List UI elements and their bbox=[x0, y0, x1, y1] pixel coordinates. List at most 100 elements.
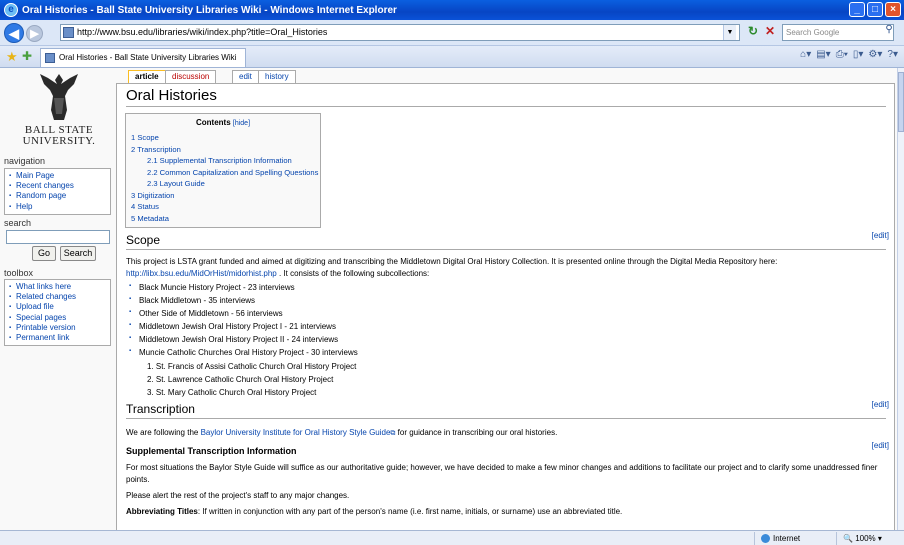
logo-line2: UNIVERSITY. bbox=[22, 135, 96, 147]
toc-entry[interactable]: 3 Digitization bbox=[131, 190, 315, 202]
scope-text: This project is LSTA grant funded and ai… bbox=[126, 257, 778, 266]
browser-viewport: BALL STATE UNIVERSITY. navigation Main P… bbox=[0, 68, 897, 530]
forward-button[interactable]: ▶ bbox=[26, 25, 43, 42]
church-item: 3. St. Mary Catholic Church Oral History… bbox=[147, 388, 317, 397]
address-dropdown-icon[interactable]: ▼ bbox=[723, 25, 736, 40]
toc-entry[interactable]: 2.1 Supplemental Transcription Informati… bbox=[131, 155, 315, 167]
browser-tab[interactable]: Oral Histories - Ball State University L… bbox=[40, 48, 246, 67]
page-icon bbox=[63, 27, 74, 38]
list-item: Middletown Jewish Oral History Project I… bbox=[129, 335, 338, 344]
back-button[interactable]: ◀ bbox=[4, 23, 24, 43]
minimize-button[interactable]: _ bbox=[849, 2, 865, 17]
ball-state-logo[interactable]: BALL STATE UNIVERSITY. bbox=[4, 70, 114, 148]
table-of-contents: Contents [hide] 1 Scope 2 Transcription … bbox=[125, 113, 321, 228]
toolbox-item-upload-file[interactable]: Upload file bbox=[9, 302, 106, 312]
nav-item-help[interactable]: Help bbox=[9, 202, 106, 212]
staff-paragraph: Please alert the rest of the project's s… bbox=[126, 491, 350, 500]
print-icon[interactable]: ⎙▾ bbox=[836, 49, 848, 60]
refresh-icon[interactable]: ↻ bbox=[745, 24, 761, 41]
status-bar: Internet 🔍 100% ▾ bbox=[0, 530, 904, 545]
scrollbar-thumb[interactable] bbox=[898, 72, 904, 132]
toc-hide-link[interactable]: [hide] bbox=[233, 120, 250, 127]
tab-edit[interactable]: edit bbox=[232, 70, 259, 83]
transcription-text-prefix: We are following the bbox=[126, 428, 199, 437]
search-input[interactable]: Search Google bbox=[782, 24, 894, 41]
baylor-guide-link[interactable]: Baylor University Institute for Oral His… bbox=[201, 428, 391, 437]
favorites-star-icon[interactable]: ★ bbox=[6, 49, 18, 65]
supplemental-edit-link[interactable]: [edit] bbox=[872, 441, 889, 450]
page-title: Oral Histories bbox=[126, 87, 886, 107]
toolbox-item-special-pages[interactable]: Special pages bbox=[9, 313, 106, 323]
page-menu-icon[interactable]: ▯▾ bbox=[853, 49, 864, 60]
toolbox-list: What links here Related changes Upload f… bbox=[4, 279, 111, 347]
transcription-text-suffix: for guidance in transcribing our oral hi… bbox=[397, 428, 558, 437]
navigation-list: Main Page Recent changes Random page Hel… bbox=[4, 168, 111, 215]
add-favorites-icon[interactable]: ✚ bbox=[22, 49, 32, 63]
toc-title: Contents bbox=[195, 118, 231, 127]
nav-item-random-page[interactable]: Random page bbox=[9, 191, 106, 201]
nav-item-main-page[interactable]: Main Page bbox=[9, 171, 106, 181]
beneficence-statue-icon bbox=[40, 74, 78, 120]
transcription-heading: Transcription bbox=[126, 402, 886, 419]
toc-entry[interactable]: 2 Transcription bbox=[131, 144, 315, 156]
home-icon[interactable]: ⌂▾ bbox=[800, 49, 811, 60]
toolbox-item-what-links-here[interactable]: What links here bbox=[9, 282, 106, 292]
toolbox-title: toolbox bbox=[4, 268, 34, 278]
address-url: http://www.bsu.edu/libraries/wiki/index.… bbox=[77, 27, 328, 37]
external-link-icon: ⧉ bbox=[390, 430, 396, 437]
toolbox-item-related-changes[interactable]: Related changes bbox=[9, 292, 106, 302]
dmr-link[interactable]: http://libx.bsu.edu/MidOrHist/midorhist.… bbox=[126, 269, 277, 278]
toc-entry[interactable]: 2.2 Common Capitalization and Spelling Q… bbox=[131, 167, 318, 179]
search-icon[interactable]: ⚲ bbox=[882, 24, 896, 41]
scope-heading: Scope bbox=[126, 233, 886, 250]
toc-title-row: Contents [hide] bbox=[131, 118, 315, 127]
tab-discussion[interactable]: discussion bbox=[165, 70, 217, 83]
supplemental-heading: Supplemental Transcription Information bbox=[126, 446, 297, 456]
church-item: 2. St. Lawrence Catholic Church Oral His… bbox=[147, 375, 334, 384]
zoom-control[interactable]: 🔍 100% ▾ bbox=[836, 532, 882, 545]
toc-entry[interactable]: 2.3 Layout Guide bbox=[131, 178, 315, 190]
list-item: Black Muncie History Project - 23 interv… bbox=[129, 283, 295, 292]
tab-article[interactable]: article bbox=[128, 70, 166, 83]
help-icon[interactable]: ?▾ bbox=[887, 49, 898, 60]
list-item: Other Side of Middletown - 56 interviews bbox=[129, 309, 283, 318]
abbrev-text: : If written in conjunction with any par… bbox=[197, 507, 623, 516]
security-zone[interactable]: Internet bbox=[754, 532, 800, 545]
toc-entry[interactable]: 1 Scope bbox=[131, 132, 315, 144]
maximize-button[interactable]: □ bbox=[867, 2, 883, 17]
stop-icon[interactable]: ✕ bbox=[762, 24, 778, 41]
toolbox-item-printable-version[interactable]: Printable version bbox=[9, 323, 106, 333]
zone-label: Internet bbox=[773, 534, 801, 543]
nav-item-recent-changes[interactable]: Recent changes bbox=[9, 181, 106, 191]
go-button[interactable]: Go bbox=[32, 246, 56, 261]
supplemental-paragraph: For most situations the Baylor Style Gui… bbox=[126, 463, 878, 484]
search-title: search bbox=[4, 218, 32, 228]
address-field[interactable]: http://www.bsu.edu/libraries/wiki/index.… bbox=[60, 24, 740, 41]
address-toolbar: ◀ ▶ http://www.bsu.edu/libraries/wiki/in… bbox=[0, 20, 904, 46]
close-button[interactable]: × bbox=[885, 2, 901, 17]
zoom-icon: 🔍 bbox=[843, 534, 853, 543]
list-item: Middletown Jewish Oral History Project I… bbox=[129, 322, 336, 331]
article-body: Oral Histories Contents [hide] 1 Scope 2… bbox=[116, 83, 895, 530]
search-button[interactable]: Search bbox=[60, 246, 96, 261]
wiki-search-input[interactable] bbox=[6, 230, 110, 244]
toc-entry[interactable]: 4 Status bbox=[131, 201, 315, 213]
tab-row: ★ ✚ Oral Histories - Ball State Universi… bbox=[0, 46, 904, 68]
scope-paragraph: This project is LSTA grant funded and ai… bbox=[126, 256, 890, 280]
zoom-level: 100% bbox=[855, 534, 876, 543]
toolbox-item-permanent-link[interactable]: Permanent link bbox=[9, 333, 106, 343]
abbrev-paragraph: Abbreviating Titles: If written in conju… bbox=[126, 506, 890, 518]
vertical-scrollbar[interactable] bbox=[897, 68, 904, 530]
abbrev-label: Abbreviating Titles bbox=[126, 507, 198, 516]
tools-menu-icon[interactable]: ⚙▾ bbox=[868, 49, 882, 60]
toc-entry[interactable]: 5 Metadata bbox=[131, 213, 315, 225]
church-item: 1. St. Francis of Assisi Catholic Church… bbox=[147, 362, 357, 371]
internet-globe-icon bbox=[761, 534, 770, 544]
scope-text-2: . It consists of the following subcollec… bbox=[278, 269, 430, 278]
window-title-bar: e Oral Histories - Ball State University… bbox=[0, 0, 904, 20]
list-item: Black Middletown - 35 interviews bbox=[129, 296, 255, 305]
tab-page-icon bbox=[45, 53, 55, 63]
tab-history[interactable]: history bbox=[258, 70, 296, 83]
browser-tab-label: Oral Histories - Ball State University L… bbox=[59, 53, 237, 62]
feeds-icon[interactable]: ▤▾ bbox=[816, 49, 830, 60]
